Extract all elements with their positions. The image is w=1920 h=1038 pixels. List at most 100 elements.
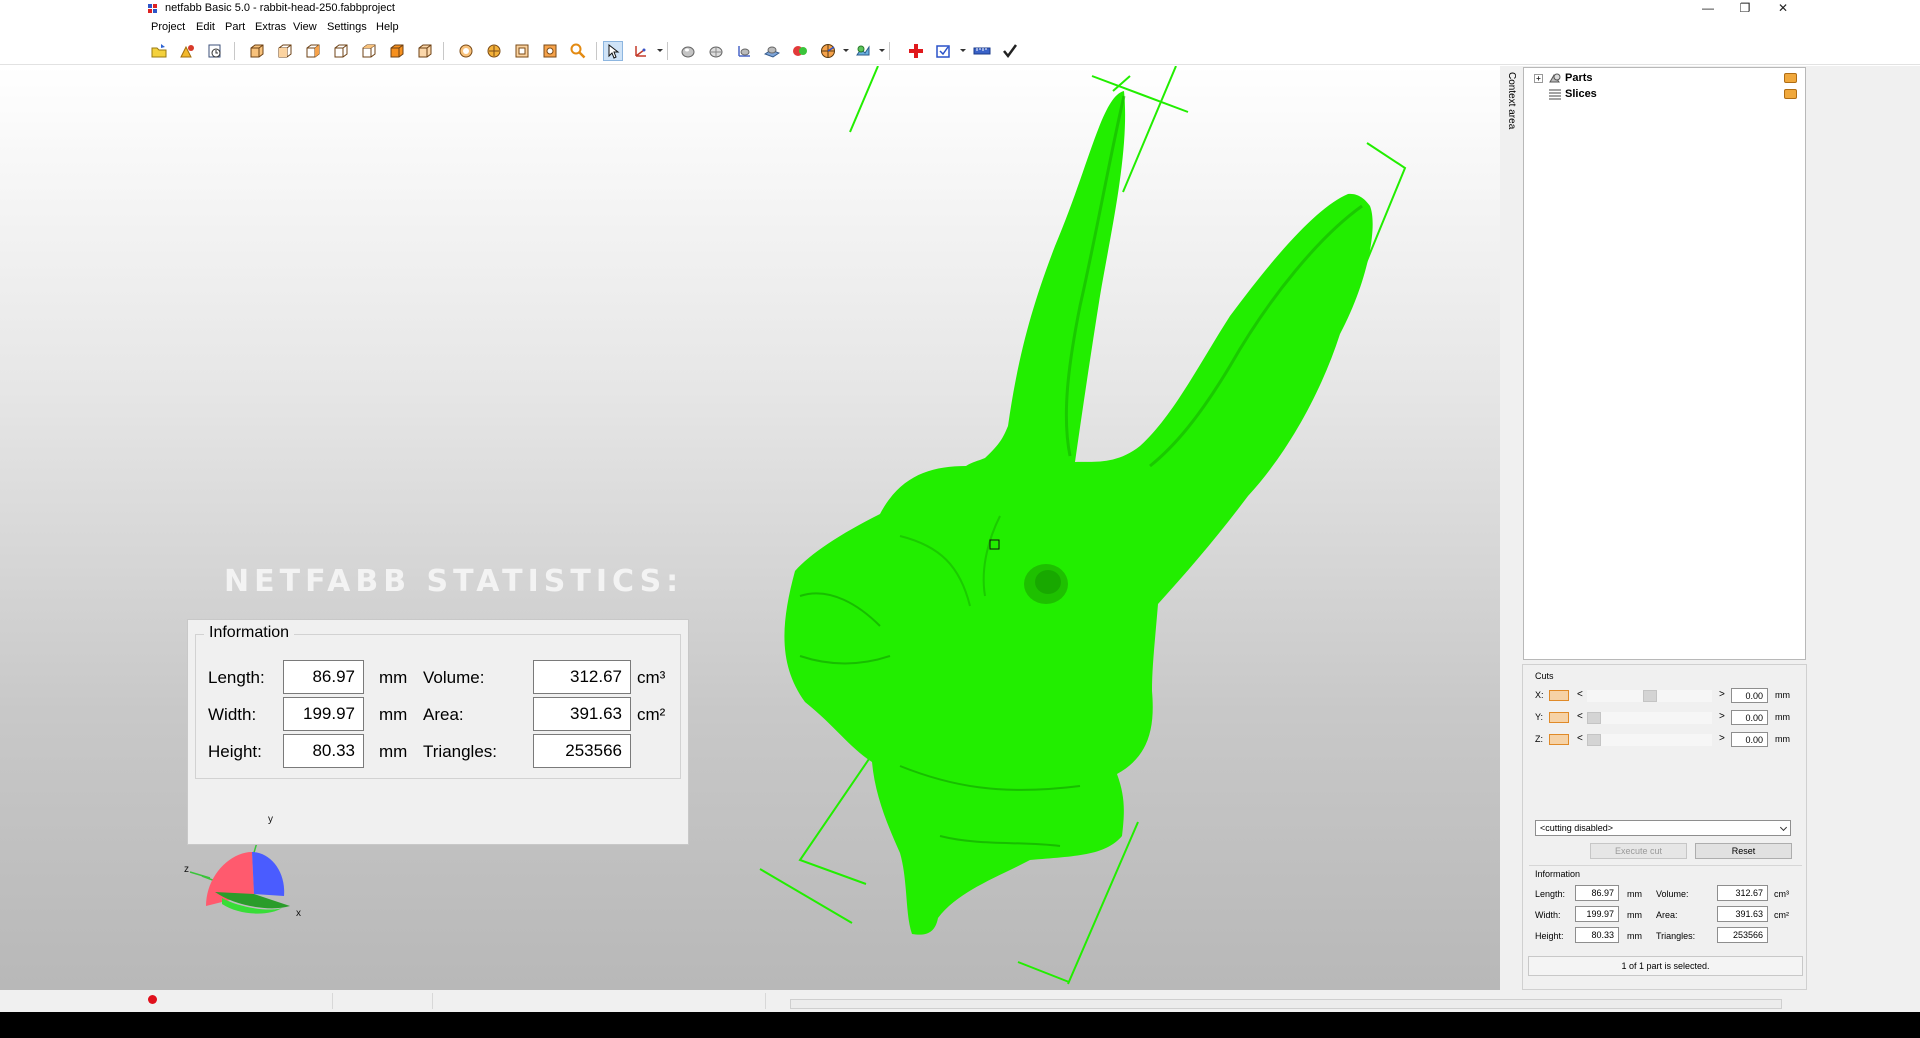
tree-item-parts[interactable]: + Parts — [1534, 71, 1593, 85]
cut-slider-thumb[interactable] — [1587, 712, 1601, 724]
color-icon[interactable] — [790, 41, 810, 61]
rabbit-head-model[interactable] — [0, 66, 1500, 990]
volume-field: 312.67 — [533, 660, 631, 694]
cut-color-swatch[interactable] — [1549, 690, 1569, 701]
cut-unit: mm — [1775, 712, 1790, 722]
status-separator — [432, 993, 433, 1009]
menu-extras[interactable]: Extras — [255, 21, 286, 33]
repair-cross-icon[interactable] — [906, 41, 926, 61]
view-left-icon[interactable] — [359, 41, 379, 61]
tree-expander[interactable]: + — [1534, 73, 1543, 83]
settings-view-dropdown-caret[interactable] — [879, 49, 885, 52]
select-tool-icon[interactable] — [603, 41, 623, 61]
info-legend: Information — [204, 624, 295, 642]
cut-increase-button[interactable]: > — [1719, 733, 1725, 744]
information-section-title: Information — [1535, 869, 1581, 879]
cut-decrease-button[interactable]: < — [1577, 711, 1583, 722]
height-unit: mm — [379, 742, 408, 761]
close-button[interactable]: ✕ — [1765, 0, 1801, 18]
menu-edit[interactable]: Edit — [196, 21, 215, 33]
height-field: 80.33 — [1575, 927, 1619, 943]
cut-decrease-button[interactable]: < — [1577, 733, 1583, 744]
ruler-box-dropdown-caret[interactable] — [960, 49, 966, 52]
cut-row-x: X: < > 0.00 mm — [1535, 688, 1803, 703]
parts-folder-icon[interactable] — [1784, 73, 1797, 83]
camera-icon[interactable] — [818, 41, 838, 61]
menu-settings[interactable]: Settings — [327, 21, 367, 33]
area-field: 391.63 — [1717, 906, 1768, 922]
title-bar: netfabb Basic 5.0 - rabbit-head-250.fabb… — [0, 0, 1920, 18]
context-area-strip[interactable]: Context area — [1500, 66, 1522, 990]
menu-part[interactable]: Part — [225, 21, 245, 33]
cut-slider-thumb[interactable] — [1587, 734, 1601, 746]
wireframe-icon[interactable] — [706, 41, 726, 61]
view-bottom-icon[interactable] — [275, 41, 295, 61]
cut-increase-button[interactable]: > — [1719, 689, 1725, 700]
view-back-icon[interactable] — [331, 41, 351, 61]
view-front-icon[interactable] — [303, 41, 323, 61]
reset-cut-button[interactable]: Reset — [1695, 843, 1792, 859]
cut-unit: mm — [1775, 734, 1790, 744]
tree-item-slices[interactable]: Slices — [1534, 87, 1597, 101]
length-unit: mm — [1627, 889, 1642, 899]
ruler-icon[interactable] — [972, 41, 992, 61]
view-right-icon[interactable] — [387, 41, 407, 61]
width-field: 199.97 — [283, 697, 364, 731]
cut-color-swatch[interactable] — [1549, 712, 1569, 723]
cut-value-input[interactable]: 0.00 — [1731, 710, 1768, 725]
menu-project[interactable]: Project — [151, 21, 185, 33]
measure-tool-icon[interactable] — [631, 41, 651, 61]
menu-help[interactable]: Help — [376, 21, 399, 33]
height-field: 80.33 — [283, 734, 364, 768]
cut-slider-thumb[interactable] — [1643, 690, 1657, 702]
pan-view-icon[interactable] — [484, 41, 504, 61]
selection-status: 1 of 1 part is selected. — [1528, 956, 1803, 976]
triangles-label: Triangles: — [1656, 931, 1696, 941]
cut-value-input[interactable]: 0.00 — [1731, 732, 1768, 747]
toolbar-separator — [234, 42, 235, 60]
plane-display-icon[interactable] — [762, 41, 782, 61]
rotate-view-icon[interactable] — [456, 41, 476, 61]
cut-slider-track[interactable] — [1587, 734, 1712, 746]
cutting-mode-select[interactable]: <cutting disabled> — [1535, 820, 1791, 836]
cut-slider-track[interactable] — [1587, 690, 1712, 702]
maximize-button[interactable]: ❐ — [1727, 0, 1763, 18]
export-icon[interactable] — [205, 41, 225, 61]
length-label: Length: — [208, 668, 265, 687]
open-project-icon[interactable] — [149, 41, 169, 61]
add-part-icon[interactable] — [177, 41, 197, 61]
execute-cut-button[interactable]: Execute cut — [1590, 843, 1687, 859]
zoom-extents-icon[interactable] — [512, 41, 532, 61]
settings-view-icon[interactable] — [853, 41, 873, 61]
toolbar-separator — [596, 42, 597, 60]
cut-value-input[interactable]: 0.00 — [1731, 688, 1768, 703]
zoom-selection-icon[interactable] — [540, 41, 560, 61]
check-mark-icon[interactable] — [1000, 41, 1020, 61]
cut-increase-button[interactable]: > — [1719, 711, 1725, 722]
sphere-shading-icon[interactable] — [678, 41, 698, 61]
area-field: 391.63 — [533, 697, 631, 731]
cut-row-y: Y: < > 0.00 mm — [1535, 710, 1803, 725]
ruler-box-icon[interactable] — [934, 41, 954, 61]
cut-color-swatch[interactable] — [1549, 734, 1569, 745]
menu-bar: Project Edit Part Extras View Settings H… — [0, 18, 1920, 36]
camera-dropdown-caret[interactable] — [843, 49, 849, 52]
statistics-info-box: Information Length: 86.97 mm Width: 199.… — [187, 619, 689, 845]
axis-display-icon[interactable] — [734, 41, 754, 61]
view-iso-icon[interactable] — [415, 41, 435, 61]
cut-slider-track[interactable] — [1587, 712, 1712, 724]
width-unit: mm — [379, 705, 408, 724]
3d-viewport[interactable]: NETFABB STATISTICS: Information Length: … — [0, 66, 1500, 990]
view-top-icon[interactable] — [247, 41, 267, 61]
measure-dropdown-caret[interactable] — [657, 49, 663, 52]
cut-decrease-button[interactable]: < — [1577, 689, 1583, 700]
volume-unit: cm³ — [637, 668, 666, 687]
cut-unit: mm — [1775, 690, 1790, 700]
netfabb-logo-icon — [148, 4, 160, 13]
slices-folder-icon[interactable] — [1784, 89, 1797, 99]
volume-label: Volume: — [423, 668, 485, 687]
zoom-icon[interactable] — [568, 41, 588, 61]
minimize-button[interactable]: — — [1690, 0, 1726, 18]
width-label: Width: — [1535, 910, 1561, 920]
menu-view[interactable]: View — [293, 21, 317, 33]
